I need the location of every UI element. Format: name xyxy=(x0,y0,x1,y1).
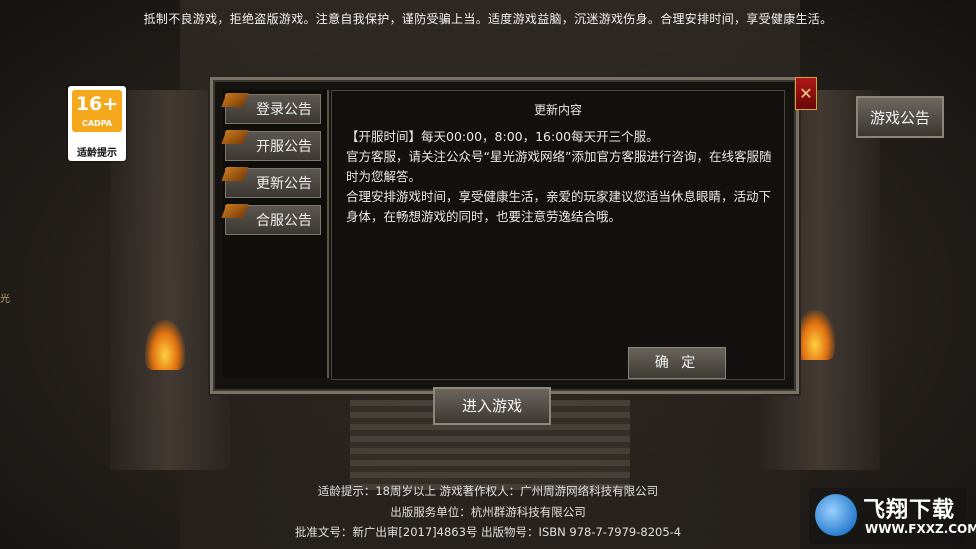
tab-label: 开服公告 xyxy=(256,139,312,155)
watermark-title: 飞翔下载 xyxy=(863,498,956,523)
tab-ribbon-icon xyxy=(221,204,249,218)
announcement-content: 更新内容 【开服时间】每天00:00，8:00，16:00每天开三个服。 官方客… xyxy=(331,90,785,380)
tab-login-notice[interactable]: 登录公告 xyxy=(221,93,321,124)
content-paragraph: 官方客服，请关注公众号“星光游戏网络”添加官方客服进行咨询，在线客服随时为您解答… xyxy=(346,149,772,184)
enter-game-button[interactable]: 进入游戏 xyxy=(433,387,551,425)
content-title: 更新内容 xyxy=(533,103,582,117)
tab-update-notice[interactable]: 更新公告 xyxy=(221,167,321,198)
age-rating-number: 16+ xyxy=(75,93,119,115)
content-body: 【开服时间】每天00:00，8:00，16:00每天开三个服。 官方客服，请关注… xyxy=(346,127,776,227)
content-paragraph: 【开服时间】每天00:00，8:00，16:00每天开三个服。 xyxy=(346,129,659,144)
health-notice: 抵制不良游戏，拒绝盗版游戏。注意自我保护，谨防受骗上当。适度游戏益脑，沉迷游戏伤… xyxy=(143,12,833,26)
tab-ribbon-icon xyxy=(221,167,249,181)
tab-ribbon-icon xyxy=(221,93,249,107)
tab-label: 登录公告 xyxy=(256,102,312,118)
confirm-button[interactable]: 确 定 xyxy=(628,347,726,379)
announcement-dialog: 登录公告 开服公告 更新公告 合服公告 更新内容 【开服时间】每天00:00，8… xyxy=(210,77,799,394)
tab-server-open-notice[interactable]: 开服公告 xyxy=(221,130,321,161)
age-rating-icon: 16+ CADPA xyxy=(72,90,122,132)
content-paragraph: 合理安排游戏时间，享受健康生活，亲爱的玩家建议您适当休息眼睛，活动下身体，在畅想… xyxy=(346,189,772,224)
age-rating-label: 适龄提示 xyxy=(77,148,117,159)
tab-label: 更新公告 xyxy=(256,176,312,192)
tab-ribbon-icon xyxy=(221,130,249,144)
age-rating-org: CADPA xyxy=(81,119,113,128)
close-dialog-button[interactable]: ✕ xyxy=(795,77,817,110)
right-torch-fire xyxy=(795,310,835,360)
age-rating-badge: 16+ CADPA 适龄提示 xyxy=(68,86,126,161)
left-torch-fire xyxy=(145,320,185,370)
watermark-logo-icon xyxy=(815,494,857,536)
game-notice-button[interactable]: 游戏公告 xyxy=(856,96,944,138)
site-watermark: 飞翔下载 WWW.FXXZ.COM xyxy=(809,488,976,544)
tab-merge-notice[interactable]: 合服公告 xyxy=(221,204,321,235)
announcement-tabs: 登录公告 开服公告 更新公告 合服公告 xyxy=(221,90,329,378)
side-glyph: 光 xyxy=(0,294,10,305)
watermark-url: WWW.FXXZ.COM xyxy=(865,522,976,536)
tab-label: 合服公告 xyxy=(256,213,312,229)
